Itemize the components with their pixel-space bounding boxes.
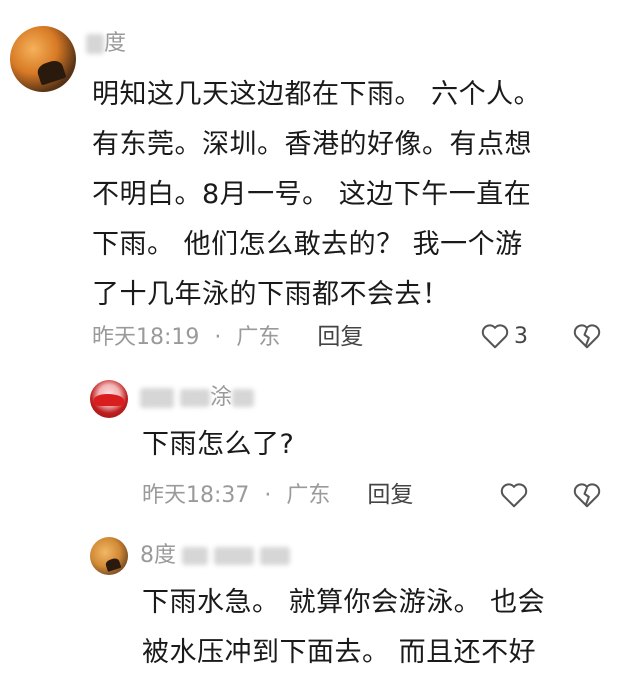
like-count: 3 — [514, 324, 528, 349]
heart-outline-icon[interactable] — [480, 322, 510, 350]
comment-location: 广东 — [286, 483, 331, 508]
comment-line: 被水压冲到下面去。 而且还不好 — [142, 637, 537, 668]
avatar[interactable] — [90, 380, 128, 418]
comment-time: 昨天18:19 — [92, 325, 200, 350]
reply-button[interactable]: 回复 — [367, 480, 413, 510]
comment-line: 不明白。8月一号。 这边下午一直在 — [92, 179, 532, 210]
username-text: 8度 — [140, 543, 176, 568]
comment-line: 下雨。 他们怎么敢去的？ 我一个游 — [92, 229, 523, 260]
avatar[interactable] — [10, 26, 76, 92]
heart-outline-icon[interactable] — [499, 481, 529, 509]
username[interactable]: 涂 — [140, 384, 255, 412]
reply-button[interactable]: 回复 — [317, 322, 363, 352]
meta-separator: · — [264, 483, 272, 508]
broken-heart-icon[interactable] — [572, 322, 602, 350]
comment-line: 下雨水急。 就算你会游泳。 也会 — [142, 587, 546, 618]
comment-line: 下雨怎么了? — [142, 429, 295, 460]
comment-text: 明知这几天这边都在下雨。 六个人。 有东莞。深圳。香港的好像。有点想 不明白。8… — [92, 70, 541, 320]
comment-time: 昨天18:37 — [142, 483, 250, 508]
username-text: 涂 — [210, 385, 233, 410]
comment-meta: 昨天18:19 · 广东 回复 — [92, 322, 363, 353]
avatar[interactable] — [90, 537, 128, 575]
comment-line: 有东莞。深圳。香港的好像。有点想 — [92, 129, 532, 160]
username-text: 度 — [104, 31, 127, 56]
meta-separator: · — [214, 325, 222, 350]
broken-heart-icon[interactable] — [572, 481, 602, 509]
comment-meta: 昨天18:37 · 广东 回复 — [142, 480, 413, 511]
comment-line: 了十几年泳的下雨都不会去！ — [92, 279, 450, 310]
comment-text: 下雨怎么了? — [142, 420, 294, 470]
username[interactable]: 度 — [86, 30, 126, 58]
username[interactable]: 8度 — [140, 542, 290, 570]
comment-line: 明知这几天这边都在下雨。 六个人。 — [92, 79, 542, 110]
comment-location: 广东 — [236, 325, 281, 350]
comment-text: 下雨水急。 就算你会游泳。 也会 被水压冲到下面去。 而且还不好 — [142, 578, 545, 678]
